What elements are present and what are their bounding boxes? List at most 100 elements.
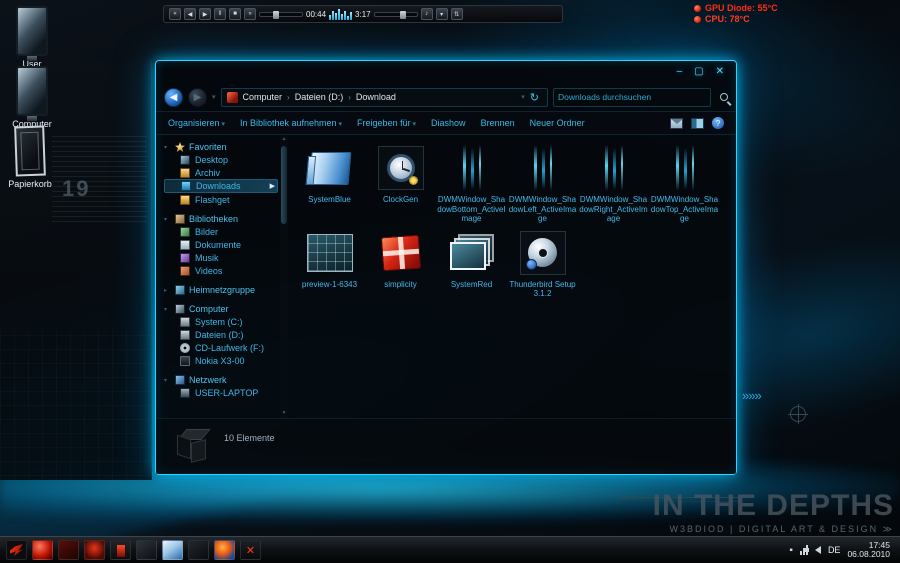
details-pane: 10 Elemente bbox=[156, 418, 736, 474]
item-label: Archiv bbox=[195, 167, 221, 178]
file-item[interactable]: DWMWindow_ShadowBottom_ActiveImage bbox=[436, 143, 507, 224]
sidebar-section-favorites[interactable]: ▾ Favoriten bbox=[164, 141, 278, 153]
file-item[interactable]: simplicity bbox=[365, 228, 436, 299]
file-item[interactable]: DWMWindow_ShadowLeft_ActiveImage bbox=[507, 143, 578, 224]
file-item[interactable]: Thunderbird Setup 3.1.2 bbox=[507, 228, 578, 299]
sidebar-section-homegroup[interactable]: ▸ Heimnetzgruppe bbox=[164, 284, 278, 296]
expander-icon[interactable]: ▾ bbox=[164, 377, 171, 384]
share-with-menu[interactable]: Freigeben für bbox=[357, 118, 416, 128]
device-icon[interactable]: ▪ bbox=[789, 545, 793, 556]
item-label: System (C:) bbox=[195, 316, 243, 327]
close-button[interactable]: ✕ bbox=[716, 67, 724, 77]
media-playlist-button[interactable]: ♪ bbox=[420, 8, 433, 20]
speaker-icon[interactable] bbox=[804, 546, 821, 554]
window-titlebar[interactable]: – ▢ ✕ bbox=[156, 61, 736, 83]
breadcrumb-separator: › bbox=[287, 92, 290, 102]
section-label: Computer bbox=[189, 304, 229, 314]
media-pause-button[interactable]: ‖ bbox=[214, 8, 226, 20]
drive-icon bbox=[180, 316, 190, 327]
scrollbar-thumb[interactable] bbox=[281, 146, 287, 224]
sidebar-item-system-c[interactable]: System (C:) bbox=[164, 315, 278, 328]
media-play-button[interactable]: ▶ bbox=[199, 8, 211, 20]
sidebar-item-dateien-d[interactable]: Dateien (D:) bbox=[164, 328, 278, 341]
media-seek-slider[interactable] bbox=[259, 10, 303, 19]
forward-button[interactable]: ▶ bbox=[188, 87, 207, 107]
sidebar-item-pictures[interactable]: Bilder bbox=[164, 225, 278, 238]
maximize-button[interactable]: ▢ bbox=[694, 67, 703, 77]
media-stop-button[interactable]: ■ bbox=[229, 8, 241, 20]
media-options-button[interactable]: ▾ bbox=[435, 8, 448, 20]
sidebar-scrollbar[interactable]: ▲ ▼ bbox=[280, 135, 288, 418]
search-box[interactable] bbox=[553, 87, 711, 107]
file-item[interactable]: DWMWindow_ShadowTop_ActiveImage bbox=[649, 143, 720, 224]
expander-icon[interactable]: ▾ bbox=[164, 216, 171, 223]
media-player-icon[interactable] bbox=[214, 540, 235, 560]
rog-start-icon[interactable] bbox=[6, 540, 27, 560]
item-label: Musik bbox=[195, 252, 219, 263]
file-item[interactable]: preview-1-6343 bbox=[294, 228, 365, 299]
explorer-icon[interactable] bbox=[162, 540, 183, 560]
user-monitor-icon bbox=[16, 6, 48, 61]
slideshow-button[interactable]: Diashow bbox=[431, 118, 466, 128]
dark-red-app-icon[interactable] bbox=[58, 540, 79, 560]
explorer-window: – ▢ ✕ ◀ ▶ ▾ Computer › Dateien (D:) › Do… bbox=[155, 60, 737, 475]
desktop-icon-recycle-bin[interactable]: Papierkorb bbox=[4, 125, 56, 189]
burn-button[interactable]: Brennen bbox=[481, 118, 515, 128]
language-indicator[interactable]: DE bbox=[828, 545, 841, 555]
file-item[interactable]: DWMWindow_ShadowRight_ActiveImage bbox=[578, 143, 649, 224]
new-folder-button[interactable]: Neuer Ordner bbox=[530, 118, 585, 128]
breadcrumb-drive-d[interactable]: Dateien (D:) bbox=[292, 92, 347, 102]
sidebar-item-downloads[interactable]: Downloads ▶ bbox=[164, 179, 278, 193]
red-orb-app-icon[interactable] bbox=[32, 540, 53, 560]
sidebar-item-cd-drive-f[interactable]: CD-Laufwerk (F:) bbox=[164, 341, 278, 354]
media-sort-button[interactable]: ⇅ bbox=[450, 8, 463, 20]
sidebar-item-documents[interactable]: Dokumente bbox=[164, 238, 278, 251]
breadcrumb-computer[interactable]: Computer bbox=[240, 92, 286, 102]
file-item[interactable]: ClockGen bbox=[365, 143, 436, 224]
desktop-icon-user[interactable]: User bbox=[6, 6, 58, 69]
media-volume-slider[interactable] bbox=[373, 10, 418, 19]
media-rewind-button[interactable]: ◀ bbox=[184, 8, 196, 20]
expander-icon[interactable]: ▾ bbox=[164, 306, 171, 313]
desktop-icon-computer[interactable]: Computer bbox=[6, 66, 58, 129]
file-item[interactable]: SystemRed bbox=[436, 228, 507, 299]
sidebar-section-network[interactable]: ▾ Netzwerk bbox=[164, 374, 278, 386]
documents-icon bbox=[180, 239, 190, 250]
search-icon[interactable] bbox=[720, 93, 728, 101]
help-icon[interactable]: ? bbox=[712, 117, 724, 129]
mail-icon[interactable] bbox=[670, 117, 683, 129]
scroll-down-icon[interactable]: ▼ bbox=[280, 409, 288, 418]
red-cross-app-icon[interactable] bbox=[240, 540, 261, 560]
recent-pages-dropdown[interactable]: ▾ bbox=[212, 93, 216, 101]
sidebar-item-music[interactable]: Musik bbox=[164, 251, 278, 264]
dark-monitor-app-icon[interactable] bbox=[136, 540, 157, 560]
red-app-icon[interactable] bbox=[84, 540, 105, 560]
file-item[interactable]: SystemBlue bbox=[294, 143, 365, 224]
red-tool-app-icon[interactable] bbox=[110, 540, 131, 560]
clock[interactable]: 17:45 06.08.2010 bbox=[847, 540, 894, 560]
media-next-button[interactable]: » bbox=[244, 8, 256, 20]
expander-icon[interactable]: ▾ bbox=[164, 144, 171, 151]
sidebar-section-libraries[interactable]: ▾ Bibliotheken bbox=[164, 213, 278, 225]
back-button[interactable]: ◀ bbox=[164, 87, 183, 107]
dark-app-icon[interactable] bbox=[188, 540, 209, 560]
sidebar-section-computer[interactable]: ▾ Computer bbox=[164, 303, 278, 315]
sidebar-item-user-laptop[interactable]: USER-LAPTOP bbox=[164, 386, 278, 399]
address-bar[interactable]: Computer › Dateien (D:) › Download ▾ ↻ bbox=[220, 87, 548, 107]
sidebar-item-nokia[interactable]: Nokia X3-00 bbox=[164, 354, 278, 367]
sidebar-item-videos[interactable]: Videos bbox=[164, 264, 278, 277]
scroll-up-icon[interactable]: ▲ bbox=[280, 135, 288, 144]
sidebar-item-desktop[interactable]: Desktop bbox=[164, 153, 278, 166]
search-input[interactable] bbox=[558, 92, 706, 102]
refresh-icon[interactable]: ↻ bbox=[527, 91, 542, 104]
sidebar-item-flashget[interactable]: Flashget bbox=[164, 193, 278, 206]
preview-pane-icon[interactable] bbox=[691, 117, 704, 129]
breadcrumb-download[interactable]: Download bbox=[353, 92, 399, 102]
minimize-button[interactable]: – bbox=[677, 67, 683, 77]
expander-icon[interactable]: ▸ bbox=[164, 287, 171, 294]
address-dropdown[interactable]: ▾ bbox=[521, 93, 525, 101]
media-prev-button[interactable]: « bbox=[169, 8, 181, 20]
sidebar-item-archiv[interactable]: Archiv bbox=[164, 166, 278, 179]
include-in-library-menu[interactable]: In Bibliothek aufnehmen bbox=[240, 118, 342, 128]
organize-menu[interactable]: Organisieren bbox=[168, 118, 225, 128]
